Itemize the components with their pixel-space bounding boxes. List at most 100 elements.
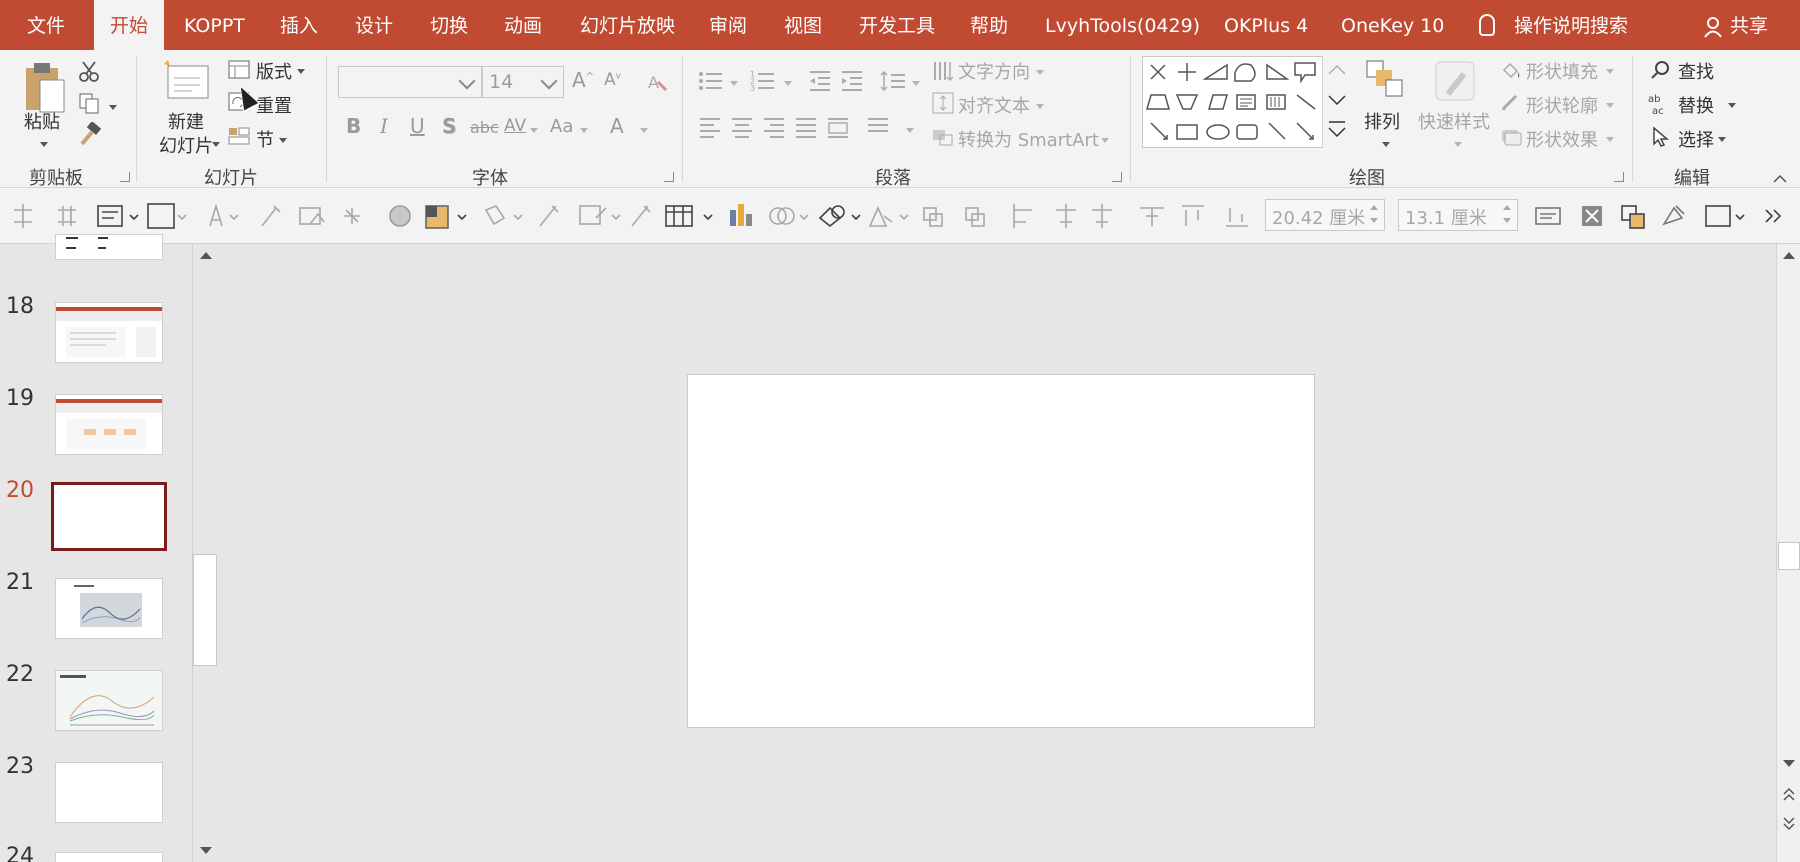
cut-icon[interactable] xyxy=(78,60,100,82)
change-case-button[interactable]: Aa xyxy=(550,116,573,137)
slide-thumbnail-18[interactable] xyxy=(55,302,163,363)
tab-home[interactable]: 开始 xyxy=(94,0,165,50)
new-slide-label-line1[interactable]: 新建 xyxy=(150,108,222,134)
paste-dropdown-icon[interactable] xyxy=(40,142,48,147)
increase-indent-icon[interactable] xyxy=(840,70,864,92)
bullets-dropdown-icon[interactable] xyxy=(730,81,738,86)
scroll-up-icon[interactable] xyxy=(1783,252,1795,259)
spin-down-icon[interactable] xyxy=(1503,218,1511,223)
shape-effects-button[interactable]: 形状效果 xyxy=(1526,126,1598,152)
italic-button[interactable]: I xyxy=(380,114,388,138)
spacing-dropdown-icon[interactable] xyxy=(530,128,538,133)
tab-insert[interactable]: 插入 xyxy=(280,0,318,50)
tab-koppt[interactable]: KOPPT xyxy=(184,0,245,50)
select-dropdown-icon[interactable] xyxy=(1718,137,1726,142)
tab-animations[interactable]: 动画 xyxy=(504,0,542,50)
scroll-down-icon[interactable] xyxy=(1783,760,1795,767)
tab-onekey[interactable]: OneKey 10 xyxy=(1341,0,1444,50)
layout-icon[interactable] xyxy=(228,60,250,80)
shapes-gallery[interactable] xyxy=(1142,56,1350,148)
section-dropdown-icon[interactable] xyxy=(279,138,287,143)
shape-effects-icon[interactable] xyxy=(1500,126,1522,146)
shape-effects-dropdown-icon[interactable] xyxy=(1606,137,1614,142)
tab-transitions[interactable]: 切换 xyxy=(430,0,468,50)
scrollbar-thumb[interactable] xyxy=(193,554,217,666)
gallery-scroll-icons[interactable] xyxy=(1323,56,1351,148)
collapse-ribbon-icon[interactable] xyxy=(1772,172,1788,184)
find-button[interactable]: 查找 xyxy=(1678,58,1714,84)
columns-dropdown-icon[interactable] xyxy=(906,128,914,133)
tab-help[interactable]: 帮助 xyxy=(970,0,1008,50)
slide-thumbnail-17[interactable] xyxy=(55,234,163,260)
decrease-font-icon[interactable]: Av xyxy=(604,70,621,90)
align-text-dropdown-icon[interactable] xyxy=(1036,104,1044,109)
underline-button[interactable]: U xyxy=(410,114,425,138)
shape-fill-icon[interactable] xyxy=(1500,60,1522,80)
quick-styles-dropdown-icon[interactable] xyxy=(1454,142,1462,147)
spin-up-icon[interactable] xyxy=(1370,205,1378,210)
tab-slideshow[interactable]: 幻灯片放映 xyxy=(580,0,675,50)
quick-styles-icon[interactable] xyxy=(1434,60,1476,104)
layout-button[interactable]: 版式 xyxy=(256,58,292,84)
tab-okplus[interactable]: OKPlus 4 xyxy=(1224,0,1308,50)
numbering-icon[interactable]: 123 xyxy=(750,70,776,92)
toolbar-icons-right[interactable] xyxy=(1530,188,1800,244)
text-direction-button[interactable]: 文字方向 xyxy=(958,58,1030,84)
font-size-combo[interactable]: 14 xyxy=(482,66,564,98)
copy-dropdown-icon[interactable] xyxy=(109,105,117,110)
search-icon[interactable] xyxy=(1650,60,1670,80)
increase-font-icon[interactable]: A^ xyxy=(572,68,594,92)
replace-button[interactable]: 替换 xyxy=(1678,92,1714,118)
text-shadow-button[interactable]: S xyxy=(442,114,456,138)
scroll-up-icon[interactable] xyxy=(200,252,212,259)
next-slide-icon[interactable] xyxy=(1781,810,1797,840)
font-launcher-icon[interactable] xyxy=(664,172,674,182)
scrollbar-thumb[interactable] xyxy=(1778,542,1800,570)
arrange-icon[interactable] xyxy=(1366,60,1406,100)
decrease-indent-icon[interactable] xyxy=(808,70,832,92)
line-spacing-icon[interactable] xyxy=(880,70,906,92)
drawing-launcher-icon[interactable] xyxy=(1614,172,1624,182)
reset-button[interactable]: 重置 xyxy=(256,92,292,118)
slide-thumbnail-21[interactable] xyxy=(55,578,163,639)
tab-design[interactable]: 设计 xyxy=(355,0,393,50)
scroll-down-icon[interactable] xyxy=(200,847,212,854)
tab-developer[interactable]: 开发工具 xyxy=(859,0,935,50)
format-painter-icon[interactable] xyxy=(78,122,102,146)
replace-dropdown-icon[interactable] xyxy=(1728,103,1736,108)
font-color-button[interactable]: A xyxy=(610,114,624,138)
font-color-dropdown-icon[interactable] xyxy=(640,128,648,133)
copy-icon[interactable] xyxy=(78,92,100,114)
new-slide-icon[interactable] xyxy=(160,58,210,102)
strikethrough-button[interactable]: abc xyxy=(470,118,499,137)
paste-label[interactable]: 粘贴 xyxy=(24,108,60,134)
character-spacing-button[interactable]: AV xyxy=(504,116,526,136)
thumbnail-scrollbar[interactable] xyxy=(192,244,218,862)
quick-styles-label[interactable]: 快速样式 xyxy=(1418,108,1490,134)
align-text-button[interactable]: 对齐文本 xyxy=(958,92,1030,118)
shape-outline-icon[interactable] xyxy=(1500,92,1522,112)
replace-icon[interactable]: abac xyxy=(1648,92,1672,116)
bullets-icon[interactable] xyxy=(698,70,724,92)
clear-formatting-icon[interactable]: A xyxy=(646,72,668,94)
slide-thumbnail-24[interactable] xyxy=(55,852,163,862)
shape-outline-button[interactable]: 形状轮廓 xyxy=(1526,92,1598,118)
text-direction-icon[interactable] xyxy=(932,60,954,82)
shape-fill-button[interactable]: 形状填充 xyxy=(1526,58,1598,84)
layout-dropdown-icon[interactable] xyxy=(297,69,305,74)
slide-thumbnail-20[interactable] xyxy=(51,482,167,551)
tab-file[interactable]: 文件 xyxy=(27,0,65,50)
align-text-icon[interactable] xyxy=(932,92,954,114)
spin-up-icon[interactable] xyxy=(1503,205,1511,210)
arrange-label[interactable]: 排列 xyxy=(1364,108,1400,134)
tab-lvyhtools[interactable]: LvyhTools(0429) xyxy=(1045,0,1200,50)
paragraph-launcher-icon[interactable] xyxy=(1112,172,1122,182)
arrange-dropdown-icon[interactable] xyxy=(1382,142,1390,147)
numbering-dropdown-icon[interactable] xyxy=(784,81,792,86)
line-spacing-dropdown-icon[interactable] xyxy=(912,81,920,86)
tab-review[interactable]: 审阅 xyxy=(709,0,747,50)
convert-smartart-button[interactable]: 转换为 SmartArt xyxy=(958,126,1099,152)
tab-view[interactable]: 视图 xyxy=(784,0,822,50)
slide-thumbnail-22[interactable] xyxy=(55,670,163,731)
smartart-dropdown-icon[interactable] xyxy=(1101,138,1109,143)
